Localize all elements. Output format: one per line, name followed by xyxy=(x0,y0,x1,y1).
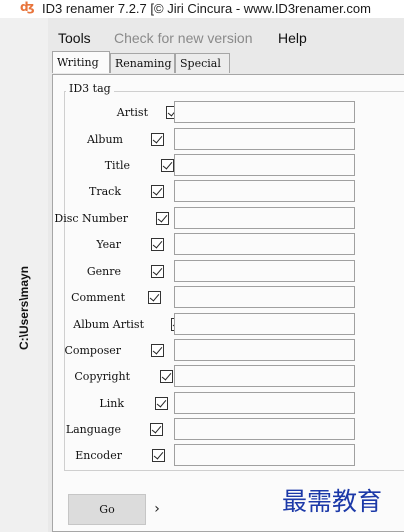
artist-label: Artist xyxy=(116,106,148,119)
composer-input[interactable] xyxy=(174,339,355,361)
artist-input[interactable] xyxy=(174,101,355,123)
link-input[interactable] xyxy=(174,392,355,414)
id3-tag-group-label: ID3 tag xyxy=(66,82,114,95)
comment-checkbox[interactable] xyxy=(148,291,161,304)
comment-label: Comment xyxy=(71,291,125,304)
album-artist-input[interactable] xyxy=(174,313,355,335)
encoder-input[interactable] xyxy=(174,444,355,466)
go-options-arrow-icon[interactable]: › xyxy=(146,494,168,525)
current-path-label[interactable]: C:\Users\mayn xyxy=(17,266,31,350)
title-input[interactable] xyxy=(174,154,355,176)
title-checkbox[interactable] xyxy=(161,159,174,172)
track-input[interactable] xyxy=(174,180,355,202)
year-label: Year xyxy=(96,238,121,251)
title-bar: ʤ ID3 renamer 7.2.7 [© Jiri Cincura - ww… xyxy=(0,0,404,18)
encoder-checkbox[interactable] xyxy=(152,449,165,462)
menu-tools[interactable]: Tools xyxy=(58,30,91,46)
menu-bar: Tools Check for new version Help xyxy=(48,27,404,51)
window-title: ID3 renamer 7.2.7 [© Jiri Cincura - www.… xyxy=(42,1,371,16)
link-label: Link xyxy=(99,397,124,410)
album-artist-label: Album Artist xyxy=(73,318,144,331)
copyright-checkbox[interactable] xyxy=(160,370,173,383)
album-input[interactable] xyxy=(174,128,355,150)
watermark: 最需教育 xyxy=(282,487,383,516)
disc-number-label: Disc Number xyxy=(54,212,128,225)
tab-writing[interactable]: Writing xyxy=(52,51,110,73)
language-input[interactable] xyxy=(174,418,355,440)
title-label: Title xyxy=(104,159,130,172)
path-sidebar: C:\Users\mayn xyxy=(0,18,48,532)
disc-number-input[interactable] xyxy=(174,207,355,229)
track-checkbox[interactable] xyxy=(151,185,164,198)
menu-check-new-version[interactable]: Check for new version xyxy=(114,30,253,46)
tab-renaming[interactable]: Renaming xyxy=(110,53,175,73)
link-checkbox[interactable] xyxy=(155,397,168,410)
genre-checkbox[interactable] xyxy=(151,265,164,278)
language-checkbox[interactable] xyxy=(150,423,163,436)
id3-logo-icon: ʤ xyxy=(20,0,35,14)
album-label: Album xyxy=(86,133,123,146)
year-checkbox[interactable] xyxy=(151,238,164,251)
composer-checkbox[interactable] xyxy=(151,344,164,357)
language-label: Language xyxy=(65,423,121,436)
genre-label: Genre xyxy=(86,265,121,278)
comment-input[interactable] xyxy=(174,286,355,308)
composer-label: Composer xyxy=(64,344,121,357)
encoder-label: Encoder xyxy=(75,449,122,462)
go-button[interactable]: Go xyxy=(68,494,146,525)
copyright-label: Copyright xyxy=(74,370,130,383)
genre-input[interactable] xyxy=(174,260,355,282)
copyright-input[interactable] xyxy=(174,365,355,387)
disc-number-checkbox[interactable] xyxy=(156,212,169,225)
album-checkbox[interactable] xyxy=(151,133,164,146)
track-label: Track xyxy=(89,185,121,198)
tab-special[interactable]: Special xyxy=(175,53,230,73)
year-input[interactable] xyxy=(174,233,355,255)
menu-help[interactable]: Help xyxy=(278,30,307,46)
